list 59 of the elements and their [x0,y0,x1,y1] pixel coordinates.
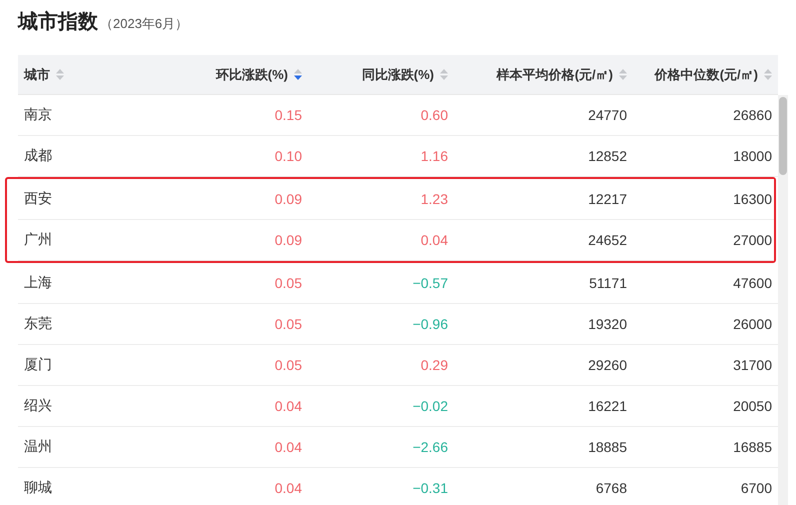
city-cell-text: 温州 [23,437,53,456]
mom-change-cell-text: 0.09 [274,190,303,209]
average-price-cell-text: 19320 [587,315,628,334]
city-cell-text: 南京 [23,105,53,124]
city-cell-text: 成都 [23,146,53,165]
city-cell-text: 聊城 [23,478,53,497]
average-price-cell-text: 29260 [587,356,628,375]
mom-change-cell-text: 0.05 [274,315,303,334]
mom-change-cell-text: 0.15 [274,106,303,125]
yoy-change-cell-text: 0.04 [420,231,449,250]
mom-change-cell-text: 0.04 [274,479,303,498]
yoy-change-cell-text: 1.16 [420,147,449,166]
mom-change-cell-text: 0.05 [274,356,303,375]
average-price-cell-text: 18885 [587,438,628,457]
city-cell-text: 广州 [23,230,53,249]
city-cell-text: 绍兴 [23,396,53,415]
yoy-change-cell-text: −0.96 [412,315,449,334]
median-price-cell-text: 6700 [740,479,773,498]
city-cell-text: 厦门 [23,355,53,374]
column-header[interactable]: 样本平均价格(元/㎡) [496,66,613,84]
yoy-change-cell-text: −2.66 [412,438,449,457]
column-header[interactable]: 城市 [24,66,50,84]
average-price-cell-text: 24770 [587,106,628,125]
column-header[interactable]: 环比涨跌(%) [216,66,288,84]
city-cell-text: 西安 [23,189,53,208]
mom-change-cell-text: 0.04 [274,438,303,457]
column-header[interactable]: 同比涨跌(%) [362,66,434,84]
mom-change-cell-text: 0.04 [274,397,303,416]
average-price-cell-text: 12852 [587,147,628,166]
median-price-cell-text: 47600 [732,274,773,293]
average-price-cell-text: 12217 [587,190,628,209]
median-price-cell-text: 18000 [732,147,773,166]
average-price-cell-text: 51171 [588,274,628,293]
sort-icon[interactable] [294,69,302,80]
average-price-cell-text: 6768 [594,479,628,498]
median-price-cell-text: 16885 [732,438,773,457]
median-price-cell-text: 31700 [732,356,773,375]
median-price-cell-text: 16300 [732,190,773,209]
column-header[interactable]: 价格中位数(元/㎡) [654,66,758,84]
mom-change-cell-text: 0.05 [274,274,303,293]
yoy-change-cell-text: 0.29 [420,356,449,375]
median-price-cell-text: 20050 [732,397,773,416]
yoy-change-cell-text: −0.31 [412,479,449,498]
city-cell-text: 东莞 [23,314,53,333]
average-price-cell-text: 16221 [587,397,628,416]
median-price-cell-text: 26860 [732,106,773,125]
yoy-change-cell-text: −0.57 [412,274,449,293]
yoy-change-cell-text: −0.02 [412,397,449,416]
mom-change-cell-text: 0.10 [274,147,303,166]
city-cell-text: 上海 [23,273,53,292]
yoy-change-cell-text: 1.23 [420,190,449,209]
mom-change-cell-text: 0.09 [274,231,303,250]
page-title: 城市指数 [18,10,98,35]
scrollbar-thumb[interactable] [779,97,787,175]
median-price-cell-text: 26000 [732,315,773,334]
median-price-cell-text: 27000 [732,231,773,250]
yoy-change-cell-text: 0.60 [420,106,449,125]
date-subtitle: （2023年6月） [100,15,188,33]
average-price-cell-text: 24652 [587,231,628,250]
